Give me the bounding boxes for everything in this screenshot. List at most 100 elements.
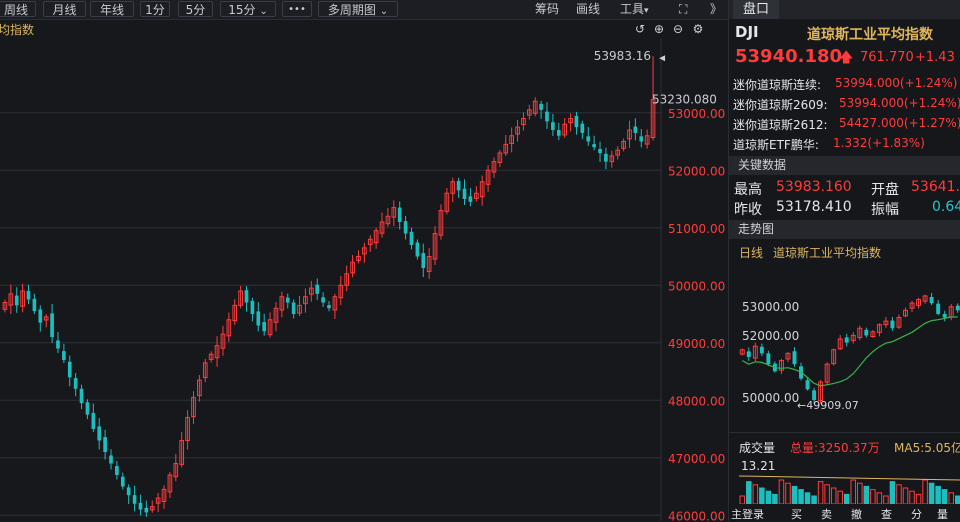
more-periods-button[interactable]: ••• <box>282 1 312 17</box>
candle-body <box>580 123 585 133</box>
footer-buy-button[interactable]: 买 <box>791 506 802 522</box>
chart-subbar: 均指数 ↺ ⊕ ⊖ ⚙ <box>0 20 728 38</box>
amplitude-label: 振幅 <box>871 202 899 218</box>
period-year-button[interactable]: 年线 <box>90 1 134 17</box>
amplitude-value: 0.64 <box>932 199 960 215</box>
zoom-out-icon[interactable]: ⊖ <box>671 22 685 36</box>
candle-body <box>462 188 467 199</box>
related-name[interactable]: 道琼斯ETF鹏华: <box>733 136 819 153</box>
multi-period-label: 多周期图 <box>327 3 376 17</box>
candle-body <box>244 290 249 303</box>
mini-candle-body <box>936 303 941 314</box>
candle-body <box>50 313 54 337</box>
zoom-in-icon[interactable]: ⊕ <box>652 22 666 36</box>
volume-bar <box>843 493 850 504</box>
current-price-marker: 53230.080 <box>652 93 717 107</box>
footer-sell-button[interactable]: 卖 <box>821 506 832 522</box>
related-value: 53994.000(+1.24%) <box>835 76 958 90</box>
candle-body <box>79 388 84 404</box>
candle-body <box>91 412 96 429</box>
side-panel-header: 盘口 <box>729 0 960 19</box>
symbol-code: DJI <box>735 23 759 41</box>
draw-line-button[interactable]: 画线 <box>576 1 600 17</box>
footer-query-button[interactable]: 查 <box>881 506 892 522</box>
tab-quote[interactable]: 盘口 <box>733 0 779 19</box>
period-15min-dropdown[interactable]: 15分 ⌄ <box>220 1 276 17</box>
period-toolbar: 周线 月线 年线 1分 5分 15分 ⌄ ••• 多周期图 ⌄ 筹码 画线 工具… <box>0 0 728 20</box>
mini-low-marker: ←49909.07 <box>797 399 859 412</box>
candle-body <box>115 466 119 475</box>
volume-bar <box>915 493 922 504</box>
chevron-down-icon: ⌄ <box>379 6 389 17</box>
mini-candle-body <box>955 305 960 311</box>
tools-label: 工具 <box>620 2 645 16</box>
trend-period-label[interactable]: 日线 <box>739 244 763 261</box>
related-value: 1.332(+1.83%) <box>833 136 925 150</box>
period-1min-button[interactable]: 1分 <box>140 1 170 17</box>
price-change-pct: +1.43 <box>915 50 955 65</box>
fullscreen-icon[interactable]: ⛶ <box>679 1 687 17</box>
chips-button[interactable]: 筹码 <box>535 1 559 17</box>
candle-body <box>397 207 402 222</box>
footer-cancel-button[interactable]: 撤 <box>851 506 862 522</box>
price-change: 761.770 <box>860 50 914 65</box>
candle-body <box>138 502 143 510</box>
candle-body <box>256 311 261 326</box>
related-name[interactable]: 迷你道琼斯连续: <box>733 76 821 93</box>
mini-trend-chart[interactable]: 53000.00 52000.00 50000.00 ←49909.07 <box>739 268 960 428</box>
cursor-arrow-icon <box>659 55 666 62</box>
prev-close-label: 昨收 <box>734 202 762 218</box>
candle-body <box>415 242 420 257</box>
candle-body <box>639 136 644 142</box>
price-tick-label: 52000.00 <box>668 164 725 178</box>
price-tick-label: 48000.00 <box>668 394 725 408</box>
volume-label: 成交量 <box>739 441 776 455</box>
candle-body <box>262 322 267 332</box>
footer-volume-button[interactable]: 量 <box>937 506 948 522</box>
candle-body <box>73 378 78 389</box>
volume-ma5: MA5:5.05亿 <box>894 441 960 455</box>
related-name[interactable]: 迷你道琼斯2612: <box>733 116 828 133</box>
period-week-button[interactable]: 周线 <box>0 1 36 17</box>
candle-body <box>120 476 125 487</box>
multi-period-dropdown[interactable]: 多周期图 ⌄ <box>318 1 398 17</box>
candle-body <box>574 115 579 128</box>
candle-body <box>327 305 331 309</box>
candle-body <box>126 487 131 496</box>
settings-gear-icon[interactable]: ⚙ <box>691 22 705 36</box>
mini-candle-body <box>942 313 947 318</box>
candlestick-chart[interactable]: 46000.00 47000.00 48000.00 49000.00 50000.00… <box>0 38 728 521</box>
mini-candle-body <box>890 320 895 329</box>
mini-candle-body <box>759 346 764 354</box>
prev-close-value: 53178.410 <box>776 199 852 215</box>
candle-body <box>604 153 608 162</box>
mini-tick-label: 50000.00 <box>742 391 799 405</box>
quote-side-panel: 盘口 DJI 道琼斯工业平均指数 53940.180 🡅 761.770 +1.… <box>728 0 960 521</box>
related-value: 53994.000(+1.24%) <box>839 96 960 110</box>
collapse-panel-button[interactable]: 》 <box>710 1 722 17</box>
mini-candle-body <box>746 351 751 357</box>
tools-dropdown[interactable]: 工具▾ <box>620 1 649 17</box>
candle-body <box>103 437 107 452</box>
mini-candle-body <box>792 351 797 365</box>
candle-body <box>38 309 43 323</box>
volume-bar <box>850 479 857 504</box>
period-month-button[interactable]: 月线 <box>43 1 86 17</box>
volume-bar <box>824 484 830 504</box>
caret-down-icon: ▾ <box>644 6 649 16</box>
related-name[interactable]: 迷你道琼斯2609: <box>733 96 828 113</box>
candle-body <box>551 122 555 130</box>
volume-bar <box>811 495 817 504</box>
footer-login-button[interactable]: 主登录 <box>731 506 764 522</box>
trend-chart-header: 走势图 <box>729 220 960 239</box>
undo-icon[interactable]: ↺ <box>633 22 647 36</box>
up-arrow-icon: 🡅 <box>839 50 854 66</box>
candle-body <box>403 221 408 234</box>
period-5min-button[interactable]: 5分 <box>178 1 213 17</box>
candle-body <box>97 426 102 441</box>
volume-bar <box>772 493 778 504</box>
candle-body <box>321 297 325 303</box>
footer-split-button[interactable]: 分 <box>911 506 922 522</box>
volume-bar <box>935 485 941 504</box>
candle-body <box>586 136 591 142</box>
